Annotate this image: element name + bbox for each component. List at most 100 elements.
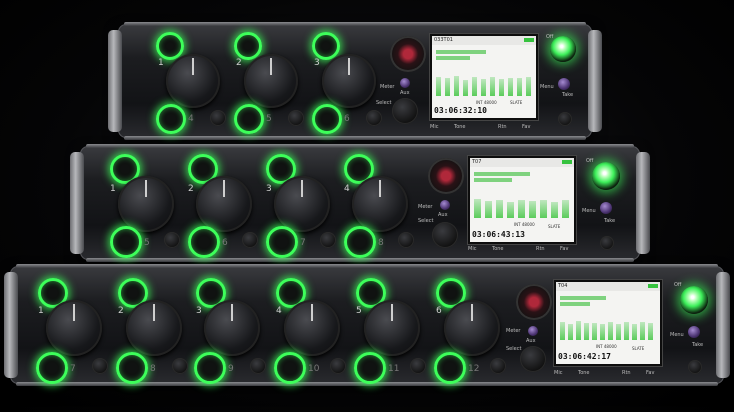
gain-knob[interactable] — [166, 54, 220, 108]
pan-knob[interactable] — [410, 358, 426, 374]
pan-knob[interactable] — [250, 358, 266, 374]
pan-knob[interactable] — [172, 358, 188, 374]
pan-knob[interactable] — [210, 110, 226, 126]
fader-ring[interactable] — [156, 104, 186, 134]
top-lip — [124, 22, 586, 26]
take-label: Take — [604, 218, 616, 224]
gain-knob[interactable] — [204, 300, 260, 356]
pan-knob[interactable] — [330, 358, 346, 374]
channel-number: 7 — [300, 238, 306, 248]
menu-label: Menu — [670, 332, 684, 338]
headphone-knob[interactable] — [592, 162, 620, 190]
gain-knob[interactable] — [196, 176, 252, 232]
bottom-label: Mic — [430, 124, 439, 130]
pan-knob[interactable] — [164, 232, 180, 248]
channel-number: 2 — [118, 306, 124, 316]
rotary-encoder[interactable] — [428, 158, 464, 194]
pan-knob[interactable] — [320, 232, 336, 248]
channel-number: 5 — [144, 238, 150, 248]
fader-ring[interactable] — [110, 226, 142, 258]
fader-ring[interactable] — [434, 352, 466, 384]
gain-knob[interactable] — [352, 176, 408, 232]
screen-header: 033T01 — [432, 36, 536, 45]
channel-number: 9 — [228, 364, 234, 374]
pan-knob[interactable] — [398, 232, 414, 248]
fader-ring[interactable] — [188, 226, 220, 258]
aux-button[interactable] — [440, 200, 450, 210]
sample-rate: INT 48000 — [596, 344, 617, 349]
timecode: 03:06:32:10 — [434, 106, 487, 115]
gain-knob[interactable] — [284, 300, 340, 356]
select-label: Select — [418, 218, 434, 224]
lcd-screen: T07 INT 48000 SLATE 03:06:43:13 — [468, 156, 576, 244]
level-bar — [560, 302, 590, 306]
gain-knob[interactable] — [118, 176, 174, 232]
headphone-knob[interactable] — [550, 36, 576, 62]
aux-button[interactable] — [528, 326, 538, 336]
take-label: Take — [562, 92, 574, 98]
menu-button[interactable] — [558, 78, 570, 90]
pan-knob[interactable] — [490, 358, 506, 374]
channel-number: 11 — [388, 364, 400, 374]
channel-number: 6 — [436, 306, 442, 316]
fader-ring[interactable] — [234, 104, 264, 134]
fader-ring[interactable] — [266, 226, 298, 258]
channel-select-ring[interactable] — [312, 32, 340, 60]
bottom-label: Rtn — [536, 246, 545, 252]
level-bar — [560, 296, 606, 300]
channel-number: 2 — [188, 184, 194, 194]
channel-number: 5 — [356, 306, 362, 316]
gain-knob[interactable] — [274, 176, 330, 232]
menu-button[interactable] — [600, 202, 612, 214]
gain-knob[interactable] — [364, 300, 420, 356]
pan-knob[interactable] — [92, 358, 108, 374]
meter-label: Meter — [506, 328, 521, 334]
bottom-label: Fav — [560, 246, 569, 252]
bottom-lip — [124, 136, 586, 140]
channel-number: 3 — [314, 58, 320, 68]
bottom-label: Mic — [554, 370, 563, 376]
headphone-knob[interactable] — [680, 286, 708, 314]
fader-ring[interactable] — [194, 352, 226, 384]
side-handle — [108, 30, 122, 132]
aux-button[interactable] — [400, 78, 410, 88]
gain-knob[interactable] — [322, 54, 376, 108]
side-handle — [70, 152, 84, 254]
channel-number: 1 — [158, 58, 164, 68]
fader-ring[interactable] — [116, 352, 148, 384]
pan-knob[interactable] — [288, 110, 304, 126]
channel-number: 3 — [196, 306, 202, 316]
pan-knob[interactable] — [242, 232, 258, 248]
gain-knob[interactable] — [126, 300, 182, 356]
select-label: Select — [376, 100, 392, 106]
channel-select-ring[interactable] — [156, 32, 184, 60]
pan-knob[interactable] — [366, 110, 382, 126]
menu-button[interactable] — [688, 326, 700, 338]
select-knob[interactable] — [520, 346, 546, 372]
bottom-label: Mic — [468, 246, 477, 252]
top-lip — [86, 144, 634, 148]
level-bar — [436, 56, 470, 60]
gain-knob[interactable] — [46, 300, 102, 356]
aux-label: Aux — [438, 212, 448, 218]
select-knob[interactable] — [432, 222, 458, 248]
select-knob[interactable] — [392, 98, 418, 124]
fader-ring[interactable] — [36, 352, 68, 384]
headphone-jack[interactable] — [600, 236, 614, 250]
lcd-screen: T04 INT 48000 SLATE 03:06:42:17 — [554, 280, 662, 366]
bottom-label: Fav — [522, 124, 531, 130]
fader-ring[interactable] — [312, 104, 342, 134]
gain-knob[interactable] — [244, 54, 298, 108]
rotary-encoder[interactable] — [390, 36, 426, 72]
sample-rate: INT 48000 — [476, 100, 497, 105]
channel-number: 4 — [344, 184, 350, 194]
headphone-jack[interactable] — [558, 112, 572, 126]
meter-label: Meter — [418, 204, 433, 210]
fader-ring[interactable] — [344, 226, 376, 258]
fader-ring[interactable] — [354, 352, 386, 384]
rotary-encoder[interactable] — [516, 284, 552, 320]
channel-select-ring[interactable] — [234, 32, 262, 60]
gain-knob[interactable] — [444, 300, 500, 356]
fader-ring[interactable] — [274, 352, 306, 384]
headphone-jack[interactable] — [688, 360, 702, 374]
